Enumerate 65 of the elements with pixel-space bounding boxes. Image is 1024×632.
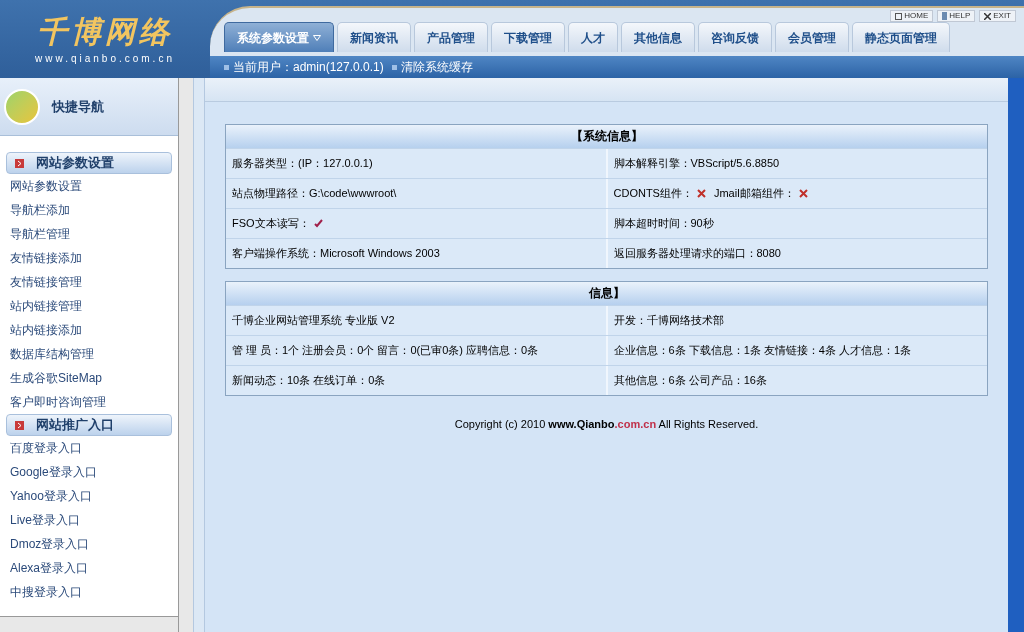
sidebar-link[interactable]: Dmoz登录入口 [6,532,172,556]
info-text: Jmail邮箱组件： [713,186,795,202]
horizontal-scrollbar[interactable] [0,616,178,632]
sidebar-link[interactable]: 导航栏管理 [6,222,172,246]
info-text: 开发：千博网络技术部 [613,313,724,329]
nav-tab[interactable]: 会员管理 [775,22,849,52]
sub-bar-link[interactable]: 当前用户：admin(127.0.0.1) [233,58,384,76]
sidebar-link[interactable]: 友情链接管理 [6,270,172,294]
info-text: 脚本超时时间：90秒 [613,216,714,232]
bullet-icon [224,64,229,70]
sub-bar-link[interactable]: 清除系统缓存 [400,58,473,76]
info-text: 客户端操作系统：Microsoft Windows 2003 [232,246,440,262]
nav-tab[interactable]: 新闻资讯 [337,22,411,52]
logo-url: www.qianbo.com.cn [35,51,175,66]
nav-tab[interactable]: 人才 [568,22,618,52]
top-link[interactable]: EXIT [979,10,1016,22]
info-text: 管 理 员：1个 注册会员：0个 留言：0(已审0条) 应聘信息：0条 [232,343,539,359]
sidebar-link[interactable]: Alexa登录入口 [6,556,172,580]
sidebar-link[interactable]: 客户即时咨询管理 [6,390,172,414]
sidebar-group-header[interactable]: 网站推广入口 [6,414,172,436]
nav-tab[interactable]: 静态页面管理 [852,22,950,52]
info-text: 新闻动态：10条 在线订单：0条 [232,373,386,389]
copyright-text: Copyright (c) 2010 www.Qianbo.com.cn All Rights Reserved. [453,417,760,432]
top-link[interactable]: HOME [890,10,934,22]
info-text: CDONTS组件： [613,186,693,202]
info-text: 服务器类型：(IP：127.0.0.1) [232,156,373,172]
panel-title: 【系统信息】 [226,125,987,148]
nav-tab[interactable]: 下载管理 [491,22,565,52]
sidebar-link[interactable]: Yahoo登录入口 [6,484,172,508]
panel-title: 信息】 [226,282,987,305]
info-text: 其他信息：6条 公司产品：16条 [613,373,767,389]
group-title: 网站推广入口 [36,416,114,435]
splitter-handle[interactable] [193,78,205,632]
sidebar-link[interactable]: 导航栏添加 [6,198,172,222]
info-text: 站点物理路径：G:\code\wwwroot\ [232,186,397,202]
group-title: 网站参数设置 [36,154,114,173]
sidebar-link[interactable]: 网站参数设置 [6,174,172,198]
nav-tab[interactable]: 咨询反馈 [698,22,772,52]
sidebar-link[interactable]: 生成谷歌SiteMap [6,366,172,390]
sidebar-link[interactable]: Live登录入口 [6,508,172,532]
info-text: 返回服务器处理请求的端口：8080 [613,246,781,262]
sidebar-link[interactable]: 百度登录入口 [6,436,172,460]
vertical-scrollbar[interactable] [178,78,193,632]
info-text: FSO文本读写： [232,216,310,232]
sidebar-link[interactable]: 友情链接添加 [6,246,172,270]
sidebar-link[interactable]: 数据库结构管理 [6,342,172,366]
nav-tab[interactable]: 产品管理 [414,22,488,52]
sidebar-link[interactable]: 中搜登录入口 [6,580,172,604]
sidebar-link[interactable]: 站内链接管理 [6,294,172,318]
arrow-icon [15,420,24,430]
close-icon [984,12,992,20]
info-text: 脚本解释引擎：VBScript/5.6.8850 [613,156,780,172]
sidebar-link[interactable]: 站内链接添加 [6,318,172,342]
info-text: 千博企业网站管理系统 专业版 V2 [232,313,395,329]
logo-title: 千博网络 [37,16,173,47]
nav-tab[interactable]: 其他信息 [621,22,695,52]
vertical-scrollbar[interactable] [1008,78,1024,632]
info-text: 企业信息：6条 下载信息：1条 友情链接：4条 人才信息：1条 [613,343,912,359]
arrow-icon [15,158,24,168]
sidebar-title: 快捷导航 [52,97,104,116]
top-link[interactable]: HELP [937,10,976,22]
home-icon [895,12,903,20]
sidebar-group-header[interactable]: 网站参数设置 [6,152,172,174]
bullet-icon [391,64,397,70]
sidebar-link[interactable]: Google登录入口 [6,460,172,484]
